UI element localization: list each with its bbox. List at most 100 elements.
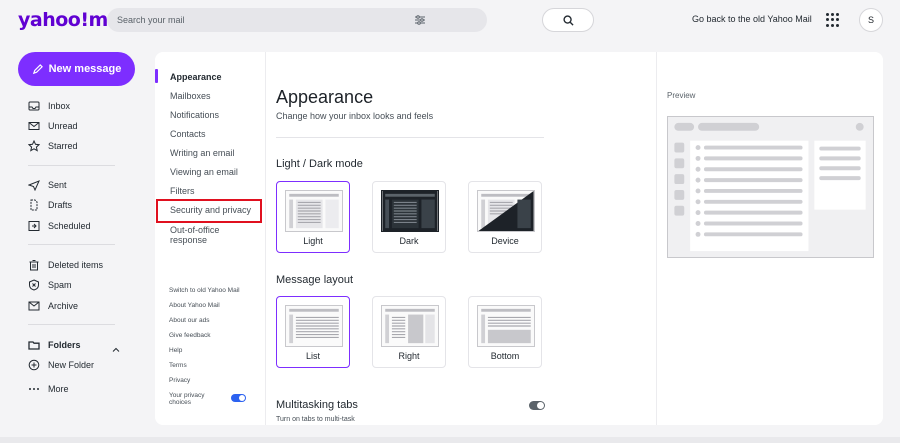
nav-divider <box>28 244 115 245</box>
mode-option-label: Dark <box>399 236 419 246</box>
device-thumbnail <box>477 190 535 232</box>
nav-item-inbox[interactable]: Inbox <box>28 98 70 114</box>
list-thumbnail <box>285 305 343 347</box>
footer-link-privacy[interactable]: Privacy <box>169 377 190 384</box>
nav-item-label: Scheduled <box>48 221 91 231</box>
out-of-office-line2: response <box>170 235 208 245</box>
mode-option-label: Light <box>303 236 323 246</box>
apps-grid-icon[interactable] <box>826 13 840 27</box>
filter-sliders-icon[interactable] <box>413 13 427 27</box>
nav-item-folders[interactable]: Folders <box>28 337 81 353</box>
layout-option-label: Right <box>398 351 420 361</box>
new-folder-label: New Folder <box>48 360 95 370</box>
draft-icon <box>28 199 40 211</box>
mode-option-label: Device <box>491 236 519 246</box>
mode-option-device[interactable]: Device <box>468 181 542 253</box>
envelope-icon <box>28 120 40 132</box>
more-label: More <box>48 384 69 394</box>
footer-link-feedback[interactable]: Give feedback <box>169 332 211 339</box>
nav-item-archive[interactable]: Archive <box>28 298 78 314</box>
search-input[interactable] <box>117 8 407 32</box>
folder-icon <box>28 339 40 351</box>
multitask-subtitle: Turn on tabs to multi-task <box>276 416 355 423</box>
settings-nav-viewing[interactable]: Viewing an email <box>170 167 238 177</box>
settings-nav-filters[interactable]: Filters <box>170 186 195 196</box>
pencil-icon <box>32 63 43 74</box>
footer-link-privacy-choices[interactable]: Your privacy choices <box>169 392 205 406</box>
settings-nav-out-of-office[interactable]: Out-of-office response <box>170 225 219 245</box>
scheduled-icon <box>28 220 40 232</box>
spam-icon <box>28 279 40 291</box>
trash-icon <box>28 259 40 271</box>
settings-nav-writing[interactable]: Writing an email <box>170 148 234 158</box>
nav-item-starred[interactable]: Starred <box>28 138 78 154</box>
star-icon <box>28 140 40 152</box>
nav-item-label: Unread <box>48 121 78 131</box>
footer-link-terms[interactable]: Terms <box>169 362 187 369</box>
privacy-choices-icon[interactable] <box>231 394 246 402</box>
nav-item-deleted[interactable]: Deleted items <box>28 257 103 273</box>
mode-option-dark[interactable]: Dark <box>372 181 446 253</box>
page-title: Appearance <box>276 87 374 107</box>
search-button[interactable] <box>542 8 594 32</box>
nav-item-label: Spam <box>48 280 72 290</box>
settings-nav-appearance[interactable]: Appearance <box>170 72 222 82</box>
nav-item-drafts[interactable]: Drafts <box>28 197 72 213</box>
footer-link-ads[interactable]: About our ads <box>169 317 209 324</box>
new-message-button[interactable]: New message <box>18 52 135 86</box>
bottom-thumbnail <box>477 305 535 347</box>
nav-item-label: Sent <box>48 180 67 190</box>
privacy-choices-line1: Your privacy <box>169 392 205 399</box>
nav-item-label: Archive <box>48 301 79 311</box>
nav-item-label: Drafts <box>48 200 73 210</box>
plus-circle-icon <box>28 359 40 371</box>
layout-heading: Message layout <box>276 274 354 286</box>
preview-box <box>667 116 874 258</box>
preview-column: Preview <box>656 52 883 425</box>
multitask-toggle[interactable] <box>529 401 545 410</box>
new-message-label: New message <box>48 63 122 75</box>
nav-item-new-folder[interactable]: New Folder <box>28 357 94 373</box>
settings-nav: Appearance Mailboxes Notifications Conta… <box>155 52 266 425</box>
bottom-bar <box>0 437 900 443</box>
layout-option-bottom[interactable]: Bottom <box>468 296 542 368</box>
out-of-office-line1: Out-of-office <box>170 225 220 235</box>
multitask-heading: Multitasking tabs <box>276 399 358 411</box>
light-thumbnail <box>285 190 343 232</box>
folders-label: Folders <box>48 340 81 350</box>
nav-item-spam[interactable]: Spam <box>28 277 72 293</box>
footer-link-old-mail[interactable]: Switch to old Yahoo Mail <box>169 287 240 294</box>
nav-item-more[interactable]: More <box>28 381 69 397</box>
mode-heading: Light / Dark mode <box>276 158 363 170</box>
old-mail-link[interactable]: Go back to the old Yahoo Mail <box>692 14 812 24</box>
search-icon <box>562 14 574 26</box>
avatar[interactable]: S <box>859 8 883 32</box>
right-thumbnail <box>381 305 439 347</box>
nav-divider <box>28 324 115 325</box>
nav-item-sent[interactable]: Sent <box>28 177 67 193</box>
nav-item-scheduled[interactable]: Scheduled <box>28 218 91 234</box>
layout-option-list[interactable]: List <box>276 296 350 368</box>
footer-link-help[interactable]: Help <box>169 347 182 354</box>
nav-item-label: Inbox <box>48 101 71 111</box>
settings-nav-notifications[interactable]: Notifications <box>170 110 219 120</box>
page-subtitle: Change how your inbox looks and feels <box>276 111 434 121</box>
footer-link-about[interactable]: About Yahoo Mail <box>169 302 220 309</box>
highlight-box <box>156 199 262 223</box>
mode-option-light[interactable]: Light <box>276 181 350 253</box>
chevron-up-icon[interactable] <box>112 341 120 359</box>
top-header: yahoo!mail Go back to the old Yahoo Mail… <box>0 0 900 40</box>
settings-nav-contacts[interactable]: Contacts <box>170 129 206 139</box>
appearance-content: Appearance Change how your inbox looks a… <box>267 52 657 425</box>
layout-option-right[interactable]: Right <box>372 296 446 368</box>
nav-item-label: Starred <box>48 141 78 151</box>
active-indicator <box>155 69 158 83</box>
privacy-choices-line2: choices <box>169 399 192 406</box>
preview-label: Preview <box>667 91 696 100</box>
send-icon <box>28 179 40 191</box>
settings-panel: Appearance Mailboxes Notifications Conta… <box>155 52 883 425</box>
archive-icon <box>28 300 40 312</box>
settings-nav-mailboxes[interactable]: Mailboxes <box>170 91 211 101</box>
nav-item-unread[interactable]: Unread <box>28 118 78 134</box>
nav-item-label: Deleted items <box>48 260 104 270</box>
